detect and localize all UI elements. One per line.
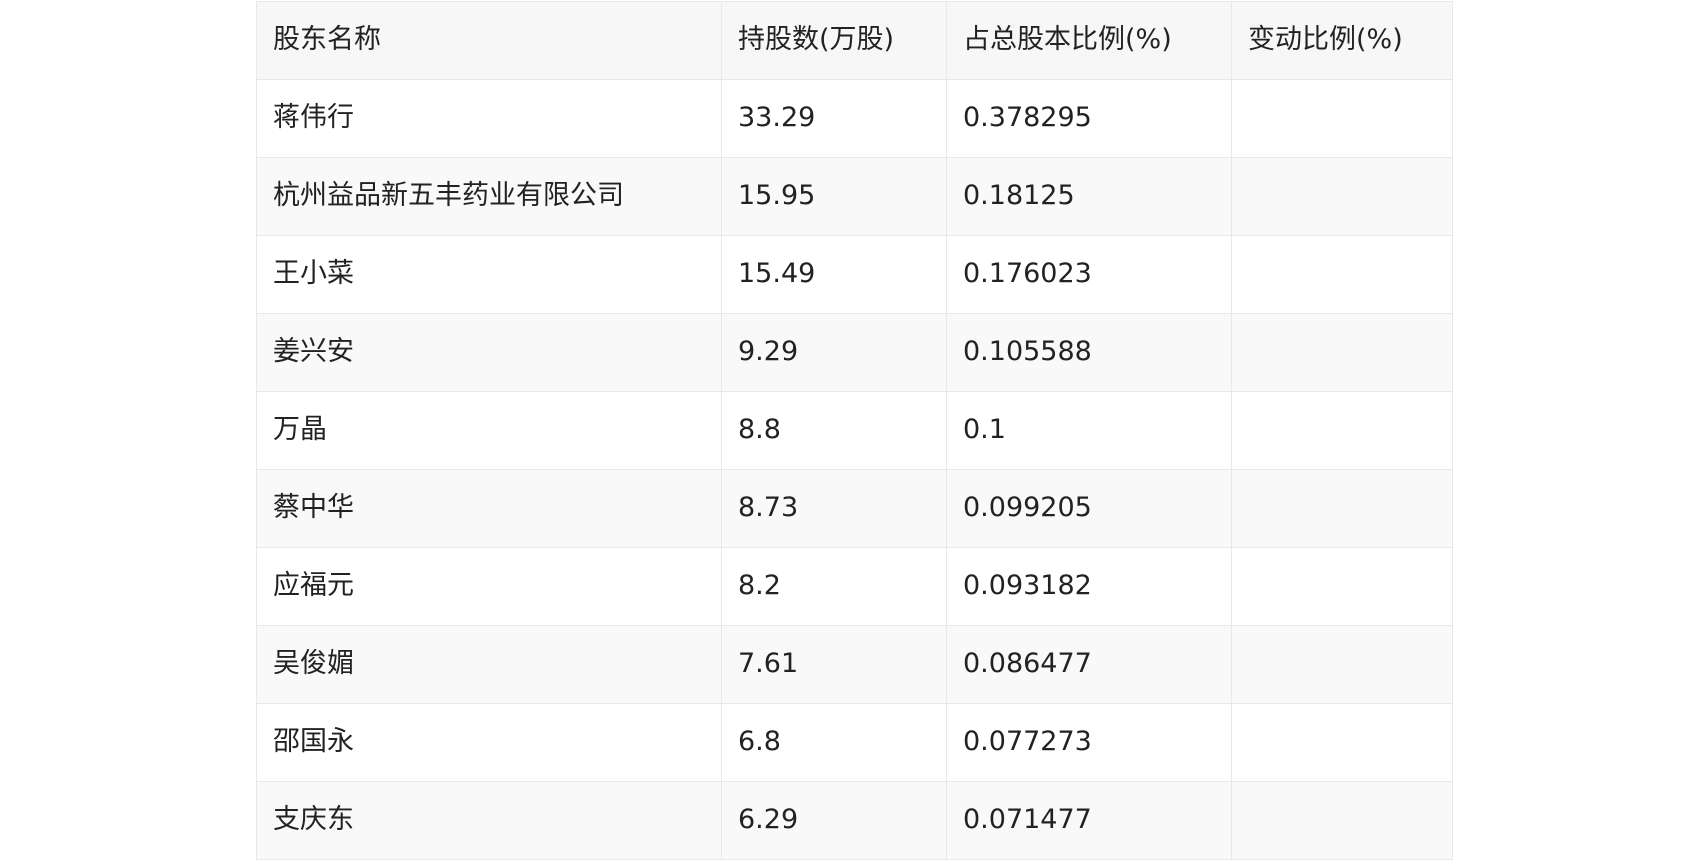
table-row: 蔡中华 8.73 0.099205	[256, 469, 1453, 548]
table-row: 支庆东 6.29 0.071477	[256, 781, 1453, 860]
cell-shares-held: 15.49	[721, 235, 947, 314]
cell-shares-held: 15.95	[721, 157, 947, 236]
cell-shareholder-name: 姜兴安	[256, 313, 722, 392]
cell-shareholder-name: 蒋伟行	[256, 79, 722, 158]
cell-share-ratio: 0.105588	[946, 313, 1232, 392]
table-header: 股东名称 持股数(万股) 占总股本比例(%) 变动比例(%)	[256, 1, 1453, 80]
cell-share-ratio: 0.093182	[946, 547, 1232, 626]
cell-shares-held: 6.8	[721, 703, 947, 782]
cell-shares-held: 33.29	[721, 79, 947, 158]
header-shareholder-name: 股东名称	[256, 1, 722, 80]
cell-shareholder-name: 万晶	[256, 391, 722, 470]
cell-change-ratio	[1231, 625, 1453, 704]
shareholder-table: 股东名称 持股数(万股) 占总股本比例(%) 变动比例(%) 蒋伟行 33.29…	[256, 1, 1453, 860]
cell-change-ratio	[1231, 313, 1453, 392]
cell-change-ratio	[1231, 79, 1453, 158]
cell-change-ratio	[1231, 781, 1453, 860]
table-row: 蒋伟行 33.29 0.378295	[256, 79, 1453, 158]
table-row: 邵国永 6.8 0.077273	[256, 703, 1453, 782]
table-row: 姜兴安 9.29 0.105588	[256, 313, 1453, 392]
cell-share-ratio: 0.071477	[946, 781, 1232, 860]
cell-share-ratio: 0.1	[946, 391, 1232, 470]
table-row: 吴俊媚 7.61 0.086477	[256, 625, 1453, 704]
table-row: 万晶 8.8 0.1	[256, 391, 1453, 470]
cell-shareholder-name: 支庆东	[256, 781, 722, 860]
cell-share-ratio: 0.176023	[946, 235, 1232, 314]
cell-change-ratio	[1231, 235, 1453, 314]
cell-shares-held: 8.8	[721, 391, 947, 470]
cell-shareholder-name: 应福元	[256, 547, 722, 626]
shareholder-table-container: 股东名称 持股数(万股) 占总股本比例(%) 变动比例(%) 蒋伟行 33.29…	[256, 1, 1453, 860]
header-share-ratio: 占总股本比例(%)	[946, 1, 1232, 80]
cell-change-ratio	[1231, 391, 1453, 470]
cell-share-ratio: 0.086477	[946, 625, 1232, 704]
cell-shareholder-name: 邵国永	[256, 703, 722, 782]
cell-shares-held: 7.61	[721, 625, 947, 704]
cell-shares-held: 8.2	[721, 547, 947, 626]
cell-change-ratio	[1231, 469, 1453, 548]
cell-shareholder-name: 杭州益品新五丰药业有限公司	[256, 157, 722, 236]
cell-shares-held: 8.73	[721, 469, 947, 548]
cell-share-ratio: 0.099205	[946, 469, 1232, 548]
cell-share-ratio: 0.18125	[946, 157, 1232, 236]
table-row: 杭州益品新五丰药业有限公司 15.95 0.18125	[256, 157, 1453, 236]
cell-share-ratio: 0.077273	[946, 703, 1232, 782]
header-change-ratio: 变动比例(%)	[1231, 1, 1453, 80]
cell-change-ratio	[1231, 703, 1453, 782]
table-row: 应福元 8.2 0.093182	[256, 547, 1453, 626]
cell-shareholder-name: 王小菜	[256, 235, 722, 314]
cell-change-ratio	[1231, 547, 1453, 626]
cell-shareholder-name: 蔡中华	[256, 469, 722, 548]
cell-shareholder-name: 吴俊媚	[256, 625, 722, 704]
header-row: 股东名称 持股数(万股) 占总股本比例(%) 变动比例(%)	[256, 1, 1453, 80]
cell-change-ratio	[1231, 157, 1453, 236]
table-row: 王小菜 15.49 0.176023	[256, 235, 1453, 314]
cell-share-ratio: 0.378295	[946, 79, 1232, 158]
cell-shares-held: 9.29	[721, 313, 947, 392]
table-body: 蒋伟行 33.29 0.378295 杭州益品新五丰药业有限公司 15.95 0…	[256, 79, 1453, 860]
header-shares-held: 持股数(万股)	[721, 1, 947, 80]
cell-shares-held: 6.29	[721, 781, 947, 860]
